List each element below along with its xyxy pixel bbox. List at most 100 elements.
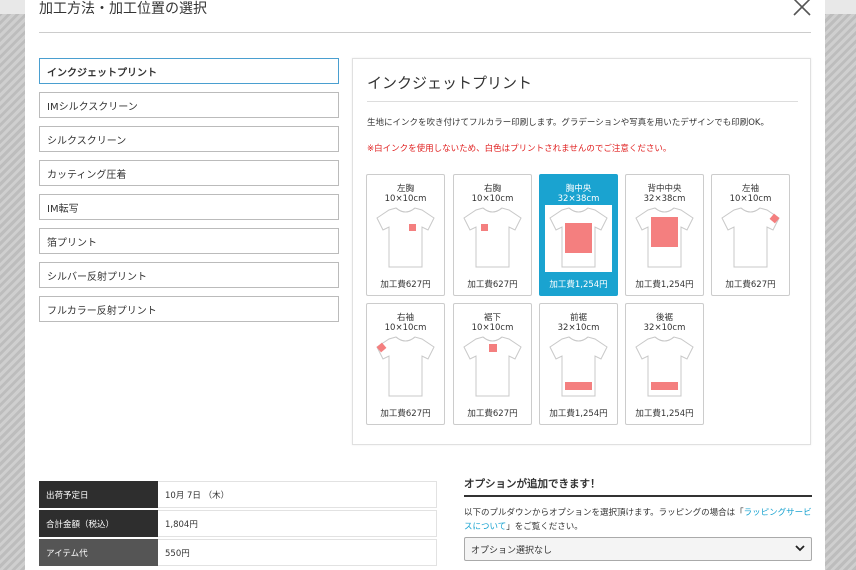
print-area-marker: [565, 223, 592, 253]
title-divider: [39, 32, 811, 33]
tshirt-icon: [545, 334, 612, 401]
summary-label: アイテム代: [39, 539, 158, 566]
print-area-marker: [565, 382, 592, 390]
tshirt-graphic: [376, 336, 435, 397]
position-size: 10×10cm: [384, 194, 427, 204]
position-size: 32×10cm: [643, 323, 686, 333]
method-label: IMシルクスクリーン: [47, 101, 138, 113]
method-item-foil[interactable]: 箔プリント: [39, 228, 339, 254]
summary-value: 10月 7日 （木）: [158, 481, 437, 508]
print-area-marker: [409, 224, 416, 231]
panel-warning: ※白インクを使用しないため、白色はプリントされませんのでご注意ください。: [367, 144, 672, 154]
position-name: 左袖: [741, 184, 759, 194]
summary-value: 550円: [158, 539, 437, 566]
position-size: 32×38cm: [557, 194, 600, 204]
option-select-value: オプション選択なし: [471, 545, 553, 556]
position-price: 加工費627円: [467, 409, 518, 419]
position-size: 32×10cm: [557, 323, 600, 333]
close-button[interactable]: [791, 0, 813, 18]
position-name: 右胸: [483, 184, 501, 194]
method-item-im-silkscreen[interactable]: IMシルクスクリーン: [39, 92, 339, 118]
method-label: フルカラー反射プリント: [47, 305, 157, 317]
method-label: IM転写: [47, 203, 79, 215]
option-select[interactable]: オプション選択なし: [464, 537, 812, 561]
close-icon: [793, 0, 811, 16]
position-name: 背中中央: [647, 184, 682, 194]
tshirt-icon: [717, 205, 784, 272]
tshirt-graphic: [635, 336, 694, 397]
print-area-marker: [651, 382, 678, 390]
position-card-front-hem[interactable]: 前裾 32×10cm 加工費1,254円: [539, 303, 618, 425]
method-label: 箔プリント: [47, 237, 97, 249]
tshirt-graphic: [549, 336, 608, 397]
position-price: 加工費1,254円: [549, 409, 608, 419]
position-size: 32×38cm: [643, 194, 686, 204]
options-text-before: 以下のプルダウンからオプションを選択頂けます。ラッピングの場合は「: [464, 508, 744, 518]
summary-label: 合計金額（税込）: [39, 510, 158, 537]
position-card-left-chest[interactable]: 左胸 10×10cm 加工費627円: [366, 174, 445, 296]
method-item-fullcolor-reflective[interactable]: フルカラー反射プリント: [39, 296, 339, 322]
options-title: オプションが追加できます！: [464, 476, 812, 497]
method-item-cutting[interactable]: カッティング圧着: [39, 160, 339, 186]
position-card-right-sleeve[interactable]: 右袖 10×10cm 加工費627円: [366, 303, 445, 425]
tshirt-icon: [631, 205, 698, 272]
panel-divider: [367, 101, 798, 102]
position-card-right-chest[interactable]: 右胸 10×10cm 加工費627円: [453, 174, 532, 296]
order-summary-table: 出荷予定日 10月 7日 （木） 合計金額（税込） 1,804円 アイテム代 5…: [39, 481, 437, 568]
method-label: シルクスクリーン: [47, 135, 127, 147]
position-card-back-center[interactable]: 背中中央 32×38cm 加工費1,254円: [625, 174, 704, 296]
position-card-left-sleeve[interactable]: 左袖 10×10cm 加工費627円: [711, 174, 790, 296]
print-area-marker: [481, 224, 488, 231]
position-price: 加工費627円: [380, 280, 431, 290]
tshirt-icon: [372, 334, 439, 401]
tshirt-icon: [372, 205, 439, 272]
position-size: 10×10cm: [471, 323, 514, 333]
tshirt-graphic: [549, 207, 608, 268]
position-price: 加工費627円: [380, 409, 431, 419]
position-size: 10×10cm: [471, 194, 514, 204]
tshirt-graphic: [721, 207, 780, 268]
tshirt-icon: [545, 205, 612, 272]
tshirt-icon: [631, 334, 698, 401]
position-card-chest-center[interactable]: 胸中央 32×38cm 加工費1,254円: [539, 174, 618, 296]
position-price: 加工費1,254円: [635, 409, 694, 419]
method-item-silver-reflective[interactable]: シルバー反射プリント: [39, 262, 339, 288]
chevron-down-icon: [795, 545, 805, 552]
method-list: インクジェットプリント IMシルクスクリーン シルクスクリーン カッティング圧着…: [39, 58, 339, 330]
modal-title: 加工方法・加工位置の選択: [39, 1, 207, 17]
tshirt-graphic: [635, 207, 694, 268]
position-name: 胸中央: [565, 184, 592, 194]
summary-label: 出荷予定日: [39, 481, 158, 508]
position-name: 後裾: [655, 313, 673, 323]
summary-row-total: 合計金額（税込） 1,804円: [39, 510, 437, 537]
method-label: カッティング圧着: [47, 169, 127, 181]
tshirt-graphic: [463, 207, 522, 268]
position-name: 右袖: [396, 313, 414, 323]
position-name: 左胸: [396, 184, 414, 194]
position-name: 前裾: [569, 313, 587, 323]
tshirt-graphic: [376, 207, 435, 268]
options-text-after: 」をご覧ください。: [506, 522, 583, 532]
position-name: 裾下: [483, 313, 501, 323]
position-card-back-hem[interactable]: 後裾 32×10cm 加工費1,254円: [625, 303, 704, 425]
summary-row-item-cost: アイテム代 550円: [39, 539, 437, 566]
tshirt-graphic: [463, 336, 522, 397]
position-price: 加工費1,254円: [549, 280, 608, 290]
modal-dialog: 加工方法・加工位置の選択 インクジェットプリント IMシルクスクリーン シルクス…: [25, 0, 825, 570]
options-section: オプションが追加できます！ 以下のプルダウンからオプションを選択頂けます。ラッピ…: [464, 476, 812, 561]
method-item-inkjet[interactable]: インクジェットプリント: [39, 58, 339, 84]
method-item-silkscreen[interactable]: シルクスクリーン: [39, 126, 339, 152]
position-size: 10×10cm: [384, 323, 427, 333]
position-size: 10×10cm: [729, 194, 772, 204]
method-item-im-transfer[interactable]: IM転写: [39, 194, 339, 220]
position-price: 加工費627円: [467, 280, 518, 290]
summary-value: 1,804円: [158, 510, 437, 537]
tshirt-icon: [459, 205, 526, 272]
summary-row-ship-date: 出荷予定日 10月 7日 （木）: [39, 481, 437, 508]
position-card-hem[interactable]: 裾下 10×10cm 加工費627円: [453, 303, 532, 425]
position-price: 加工費1,254円: [635, 280, 694, 290]
position-price: 加工費627円: [725, 280, 776, 290]
tshirt-icon: [459, 334, 526, 401]
method-detail-panel: インクジェットプリント 生地にインクを吹き付けてフルカラー印刷します。グラデーシ…: [352, 58, 811, 445]
print-area-marker: [489, 344, 497, 352]
